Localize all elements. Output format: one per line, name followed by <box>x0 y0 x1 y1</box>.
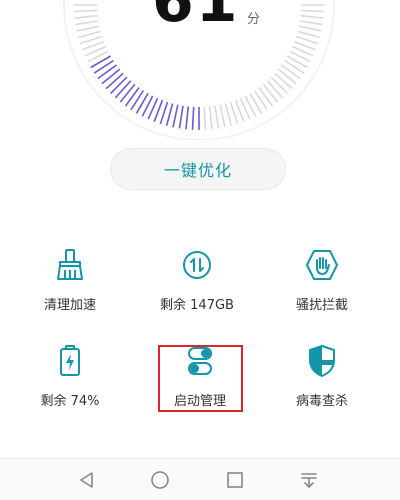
storage-transfer-icon <box>180 248 214 282</box>
dial-tick <box>224 103 233 126</box>
optimize-button-label: 一键优化 <box>163 161 232 180</box>
tool-harassment-block[interactable]: 骚扰拦截 <box>262 248 382 328</box>
tool-label: 启动管理 <box>173 394 226 409</box>
dial-tick <box>300 9 324 13</box>
back-icon[interactable] <box>74 467 100 493</box>
toggle-switch-icon <box>183 344 217 378</box>
dial-tick <box>297 30 320 39</box>
dial-tick <box>79 35 103 45</box>
dial-tick <box>75 20 99 26</box>
dial-tick <box>76 25 100 32</box>
tool-label: 清理加速 <box>43 298 96 313</box>
dial-tick <box>229 101 239 125</box>
battery-charging-icon <box>53 344 87 378</box>
dial-tick-active <box>185 106 190 130</box>
dial-tick <box>208 106 213 130</box>
dial-tick <box>203 106 207 130</box>
dial-tick-active <box>110 76 128 94</box>
one-click-optimize-button[interactable]: 一键优化 <box>110 148 286 190</box>
tool-startup-management[interactable]: 启动管理 <box>140 344 260 424</box>
score-unit: 分 <box>247 12 261 27</box>
dial-tick <box>214 105 220 129</box>
dial-tick <box>78 30 101 39</box>
dial-tick-active <box>178 105 184 129</box>
dial-tick-active <box>172 104 179 128</box>
tool-label: 剩余 74% <box>40 394 100 409</box>
dial-tick <box>295 35 319 45</box>
dial-tick-active <box>159 101 169 125</box>
tool-virus-scan[interactable]: 病毒查杀 <box>262 344 382 424</box>
dial-tick <box>219 104 226 128</box>
dial-tick-active <box>191 106 195 130</box>
dial-tick <box>277 68 297 85</box>
dial-tick-active <box>130 90 145 111</box>
system-navigation-bar <box>0 458 400 500</box>
dial-tick-active <box>165 103 174 126</box>
hand-block-icon <box>305 248 339 282</box>
recents-icon[interactable] <box>222 467 248 493</box>
dial-tick <box>74 9 98 13</box>
dial-tick <box>299 20 323 26</box>
dial-tick-active <box>114 80 132 99</box>
dial-tick <box>258 87 274 107</box>
dial-tick-active <box>105 72 124 90</box>
dial-tick <box>300 14 324 19</box>
dial-tick <box>284 59 305 74</box>
tool-label: 骚扰拦截 <box>295 298 348 313</box>
dial-tick <box>281 64 301 80</box>
dial-tick <box>74 14 98 19</box>
home-icon[interactable] <box>147 467 173 493</box>
tool-battery[interactable]: 剩余 74% <box>10 344 130 424</box>
dial-tick-active <box>93 59 114 74</box>
dial-tick <box>266 80 284 99</box>
tool-clean-speedup[interactable]: 清理加速 <box>10 248 130 328</box>
tool-storage[interactable]: 剩余 147GB <box>137 248 257 328</box>
tool-label: 病毒查杀 <box>295 394 348 409</box>
broom-icon <box>53 248 87 282</box>
dial-tick-active <box>101 68 121 85</box>
dial-tick <box>270 76 288 94</box>
dial-tick-active <box>124 87 140 107</box>
score-value: 61 <box>152 0 240 36</box>
notification-pull-icon[interactable] <box>296 467 322 493</box>
dial-tick-active <box>97 64 117 80</box>
dial-tick-active <box>119 83 136 103</box>
dial-tick <box>253 90 268 111</box>
dial-tick <box>298 25 322 32</box>
tool-label: 剩余 147GB <box>160 298 234 313</box>
dial-tick <box>262 83 279 103</box>
dial-tick <box>274 72 293 90</box>
shield-icon <box>305 344 339 378</box>
